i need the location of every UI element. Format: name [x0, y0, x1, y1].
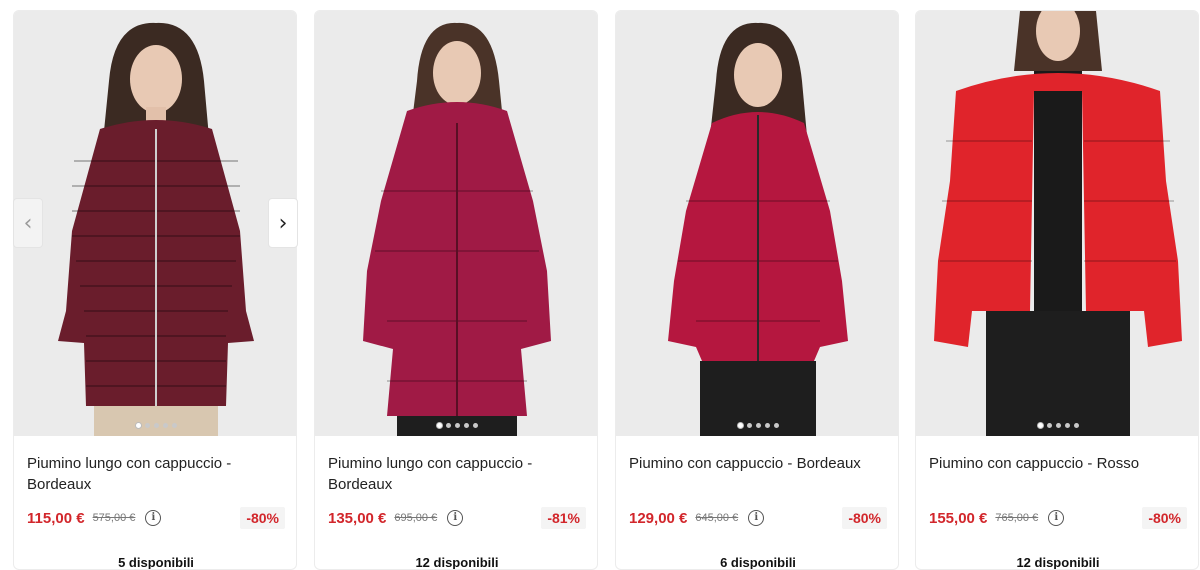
product-info: Piumino con cappuccio - Bordeaux 129,00 … — [616, 436, 898, 570]
product-card[interactable]: Piumino lungo con cappuccio - Bordeaux 1… — [13, 10, 297, 570]
image-dot[interactable] — [445, 423, 451, 428]
price-row: 129,00 € 645,00 € i -80% — [629, 507, 887, 529]
stock-availability: 12 disponibili — [415, 555, 499, 570]
discount-badge: -80% — [842, 507, 887, 529]
discount-badge: -80% — [240, 507, 285, 529]
price-row: 135,00 € 695,00 € i -81% — [328, 507, 586, 529]
original-price: 765,00 € — [995, 512, 1039, 524]
image-dot[interactable] — [1037, 423, 1043, 428]
original-price: 645,00 € — [695, 512, 739, 524]
sale-price: 135,00 € — [328, 509, 387, 527]
image-dot[interactable] — [144, 423, 150, 428]
product-image[interactable] — [315, 11, 597, 436]
product-title[interactable]: Piumino con cappuccio - Rosso — [929, 453, 1179, 474]
image-dot[interactable] — [153, 423, 159, 428]
price-row: 155,00 € 765,00 € i -80% — [929, 507, 1187, 529]
discount-badge: -80% — [1142, 507, 1187, 529]
product-image[interactable] — [14, 11, 296, 436]
sale-price: 129,00 € — [629, 509, 688, 527]
image-dot[interactable] — [755, 423, 761, 428]
carousel-next-button[interactable]: › — [268, 198, 298, 248]
image-dot[interactable] — [1064, 423, 1070, 428]
product-image[interactable] — [916, 11, 1198, 436]
info-icon[interactable]: i — [748, 510, 765, 526]
carousel-prev-button[interactable]: ‹ — [13, 198, 43, 248]
product-card[interactable]: Piumino con cappuccio - Rosso 155,00 € 7… — [915, 10, 1199, 570]
image-dot[interactable] — [1046, 423, 1052, 428]
image-dot[interactable] — [746, 423, 752, 428]
product-title[interactable]: Piumino lungo con cappuccio - Bordeaux — [328, 453, 578, 495]
product-card[interactable]: Piumino lungo con cappuccio - Bordeaux 1… — [314, 10, 598, 570]
info-icon[interactable]: i — [1048, 510, 1065, 526]
image-dot[interactable] — [737, 423, 743, 428]
image-dot[interactable] — [463, 423, 469, 428]
image-dot[interactable] — [171, 423, 177, 428]
image-dot[interactable] — [135, 423, 141, 428]
product-card[interactable]: Piumino con cappuccio - Bordeaux 129,00 … — [615, 10, 899, 570]
chevron-left-icon: ‹ — [23, 210, 33, 236]
image-dot[interactable] — [162, 423, 168, 428]
image-dot[interactable] — [1055, 423, 1061, 428]
info-icon[interactable]: i — [447, 510, 464, 526]
stock-availability: 5 disponibili — [118, 555, 194, 570]
stock-availability: 6 disponibili — [720, 555, 796, 570]
image-pagination-dots — [315, 423, 597, 428]
image-dot[interactable] — [764, 423, 770, 428]
sale-price: 155,00 € — [929, 509, 988, 527]
sale-price: 115,00 € — [27, 509, 85, 527]
original-price: 695,00 € — [394, 512, 438, 524]
image-pagination-dots — [916, 423, 1198, 428]
image-pagination-dots — [616, 423, 898, 428]
product-title[interactable]: Piumino con cappuccio - Bordeaux — [629, 453, 879, 474]
image-dot[interactable] — [472, 423, 478, 428]
product-carousel: Piumino lungo con cappuccio - Bordeaux 1… — [0, 0, 1200, 570]
image-dot[interactable] — [436, 423, 442, 428]
product-title[interactable]: Piumino lungo con cappuccio - Bordeaux — [27, 453, 277, 495]
info-icon[interactable]: i — [145, 510, 162, 526]
chevron-right-icon: › — [278, 210, 288, 236]
image-dot[interactable] — [773, 423, 779, 428]
price-row: 115,00 € 575,00 € i -80% — [27, 507, 285, 529]
image-pagination-dots — [14, 423, 296, 428]
product-info: Piumino lungo con cappuccio - Bordeaux 1… — [315, 436, 597, 570]
stock-availability: 12 disponibili — [1016, 555, 1100, 570]
product-info: Piumino lungo con cappuccio - Bordeaux 1… — [14, 436, 296, 570]
product-image[interactable] — [616, 11, 898, 436]
product-info: Piumino con cappuccio - Rosso 155,00 € 7… — [916, 436, 1198, 570]
discount-badge: -81% — [541, 507, 586, 529]
original-price: 575,00 € — [92, 512, 136, 524]
image-dot[interactable] — [1073, 423, 1079, 428]
image-dot[interactable] — [454, 423, 460, 428]
